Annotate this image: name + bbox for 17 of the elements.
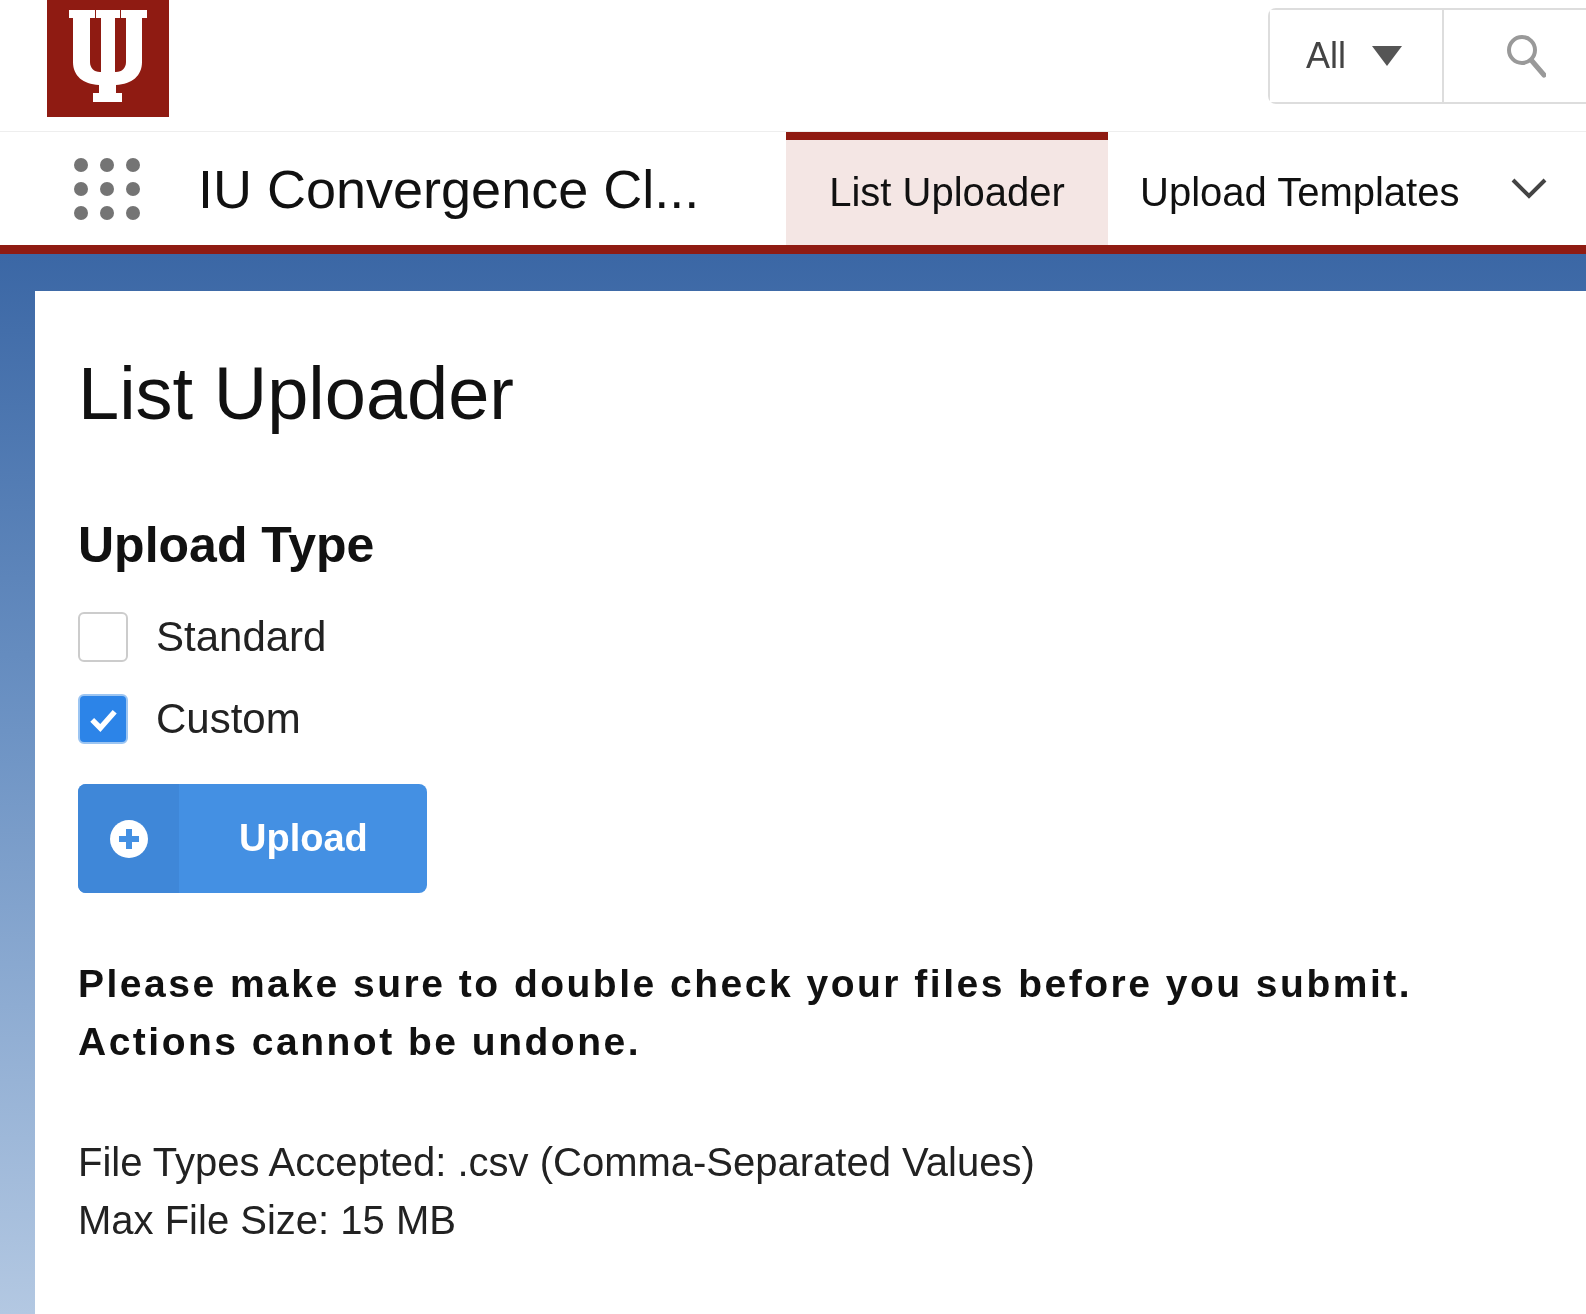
checkbox-label: Custom bbox=[156, 695, 301, 743]
section-title: Upload Type bbox=[78, 516, 376, 574]
checkbox[interactable] bbox=[78, 694, 128, 744]
plus-circle-icon bbox=[108, 818, 149, 859]
file-info-text: Max File Size: 15 MB bbox=[78, 1197, 457, 1244]
chevron-down-icon bbox=[1511, 177, 1548, 200]
app-name: IU Convergence Cl... bbox=[198, 157, 701, 221]
checkbox[interactable] bbox=[78, 612, 128, 662]
app-launcher-icon bbox=[74, 157, 140, 220]
file-info-text: File Types Accepted: .csv (Comma-Separated Values) bbox=[78, 1139, 1036, 1186]
warning-text: Please make sure to double check your files before you submit. Actions cannot be undone. bbox=[78, 961, 1414, 1065]
nav-tab[interactable]: List Uploader bbox=[786, 132, 1108, 245]
checkbox-label: Standard bbox=[156, 613, 327, 661]
page-title: List Uploader bbox=[78, 351, 515, 436]
search-scope-dropdown[interactable]: All bbox=[1270, 10, 1444, 102]
caret-icon bbox=[1372, 46, 1402, 66]
search-icon bbox=[1506, 34, 1546, 78]
